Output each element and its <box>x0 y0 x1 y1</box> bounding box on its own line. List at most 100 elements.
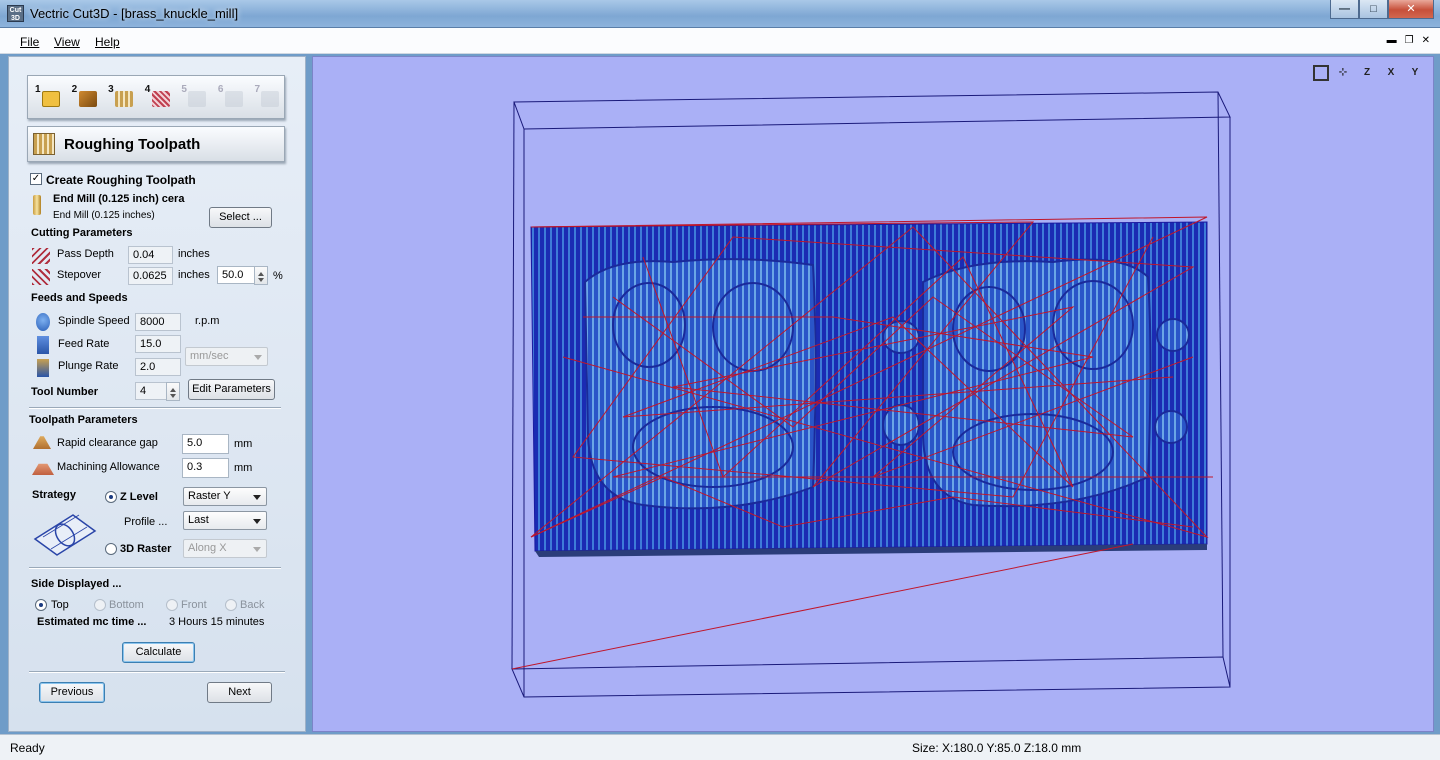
toolpath-parameters-heading: Toolpath Parameters <box>29 414 138 426</box>
stepover-label: Stepover <box>57 269 102 281</box>
cutting-parameters-heading: Cutting Parameters <box>31 227 133 239</box>
pass-depth-label: Pass Depth <box>57 248 114 260</box>
side-front-radio[interactable] <box>166 599 178 611</box>
3d-viewport[interactable]: ⊹ Z X Y <box>312 56 1434 732</box>
step-7-button[interactable]: 7 <box>253 82 284 112</box>
step-3-roughing-button[interactable]: 3 <box>107 82 138 112</box>
tool-number-input[interactable]: 4 <box>135 382 167 400</box>
mdi-close-icon[interactable]: ✕ <box>1422 35 1430 46</box>
tool-number-label: Tool Number <box>31 386 99 398</box>
rapid-clearance-label: Rapid clearance gap <box>57 437 158 449</box>
end-mill-icon <box>33 195 41 215</box>
zlevel-select[interactable]: Raster Y <box>183 487 267 506</box>
stepover-icon <box>32 269 50 285</box>
spindle-speed-icon <box>36 313 50 331</box>
rate-unit-select[interactable]: mm/sec <box>185 347 268 366</box>
tool-name-bold: End Mill (0.125 inch) cera <box>53 193 185 205</box>
menu-help[interactable]: Help <box>95 35 120 49</box>
select-tool-button[interactable]: Select ... <box>209 207 272 228</box>
save-toolpath-icon <box>261 91 280 107</box>
step-1-open-button[interactable]: 1 <box>34 82 65 112</box>
close-button[interactable]: ✕ <box>1388 0 1434 19</box>
zlevel-label: Z Level <box>120 491 158 503</box>
step-5-button[interactable]: 5 <box>180 82 211 112</box>
maximize-button[interactable]: □ <box>1359 0 1388 19</box>
tool-number-spinner[interactable] <box>166 382 180 401</box>
edit-parameters-button[interactable]: Edit Parameters <box>188 379 275 400</box>
plunge-rate-label: Plunge Rate <box>58 360 119 372</box>
strategy-heading: Strategy <box>32 489 77 501</box>
feed-rate-input[interactable]: 15.0 <box>135 335 181 353</box>
panel-title: Roughing Toolpath <box>64 136 201 153</box>
create-toolpath-label: Create Roughing Toolpath <box>46 173 196 187</box>
stepover-percent-input[interactable]: 50.0 <box>217 266 255 284</box>
zlevel-radio[interactable] <box>105 491 117 503</box>
pass-depth-icon <box>32 248 50 264</box>
cutout-icon <box>188 91 207 107</box>
status-text: Ready <box>10 741 45 755</box>
side-front-label: Front <box>181 599 207 611</box>
create-toolpath-checkbox[interactable]: ✓ <box>30 173 42 185</box>
minimize-button[interactable]: — <box>1330 0 1359 19</box>
step-2-orientation-button[interactable]: 2 <box>71 82 102 112</box>
mdi-restore-icon[interactable]: ❐ <box>1405 35 1414 46</box>
feed-rate-label: Feed Rate <box>58 338 110 350</box>
right-knuckle-shape <box>922 258 1152 508</box>
rapid-clearance-icon <box>33 436 51 449</box>
rapid-clearance-unit: mm <box>234 438 253 450</box>
title-bar: Cut 3D Vectric Cut3D - [brass_knuckle_mi… <box>0 0 1440 28</box>
orientation-icon <box>78 91 97 107</box>
right-hole-bottom <box>1154 410 1188 444</box>
app-icon: Cut 3D <box>7 5 24 22</box>
machining-allowance-label: Machining Allowance <box>57 461 160 473</box>
machining-allowance-unit: mm <box>234 462 253 474</box>
stepover-unit: inches <box>178 269 210 281</box>
spindle-speed-input[interactable]: 8000 <box>135 313 181 331</box>
feeds-speeds-heading: Feeds and Speeds <box>31 292 128 304</box>
side-top-label: Top <box>51 599 69 611</box>
previous-button[interactable]: Previous <box>39 682 105 703</box>
feed-rate-icon <box>37 336 49 354</box>
preview-icon <box>224 91 243 107</box>
pass-depth-input[interactable]: 0.04 <box>128 246 173 264</box>
side-displayed-heading: Side Displayed ... <box>31 578 122 590</box>
machining-allowance-input[interactable]: 0.3 <box>182 458 229 478</box>
separator <box>29 407 281 409</box>
calculate-button[interactable]: Calculate <box>122 642 195 663</box>
raster-radio[interactable] <box>105 543 117 555</box>
side-back-radio[interactable] <box>225 599 237 611</box>
menu-view[interactable]: View <box>54 35 80 49</box>
profile-select[interactable]: Last <box>183 511 267 530</box>
separator <box>29 671 285 673</box>
side-back-label: Back <box>240 599 265 611</box>
stepover-input[interactable]: 0.0625 <box>128 267 173 285</box>
machining-allowance-icon <box>32 463 54 475</box>
spindle-speed-label: Spindle Speed <box>58 315 130 327</box>
step-4-finishing-button[interactable]: 4 <box>144 82 175 112</box>
estimated-time-value: 3 Hours 15 minutes <box>169 616 265 628</box>
plunge-rate-input[interactable]: 2.0 <box>135 358 181 376</box>
side-bottom-label: Bottom <box>109 599 144 611</box>
toolpath-3d-render <box>511 91 1231 698</box>
panel-header: Roughing Toolpath <box>27 126 285 162</box>
side-top-radio[interactable] <box>35 599 47 611</box>
menu-file[interactable]: File <box>20 35 39 49</box>
separator <box>29 567 281 569</box>
step-6-button[interactable]: 6 <box>217 82 248 112</box>
plunge-rate-icon <box>37 359 49 377</box>
profile-label: Profile ... <box>124 516 168 528</box>
raster-label: 3D Raster <box>120 543 172 555</box>
rapid-clearance-input[interactable]: 5.0 <box>182 434 229 454</box>
middle-hole-bottom <box>882 404 920 446</box>
mdi-minimize-icon[interactable]: ▬ <box>1387 35 1397 46</box>
raster-select[interactable]: Along X <box>183 539 267 558</box>
stepover-percent-spinner[interactable] <box>254 266 268 285</box>
size-readout: Size: X:180.0 Y:85.0 Z:18.0 mm <box>912 741 1082 755</box>
strategy-preview-icon <box>33 514 97 556</box>
menu-bar: File View Help ▬ ❐ ✕ <box>0 28 1440 54</box>
percent-sign: % <box>273 270 283 282</box>
side-bottom-radio[interactable] <box>94 599 106 611</box>
next-button[interactable]: Next <box>207 682 272 703</box>
right-hole-top <box>1156 318 1190 352</box>
folder-icon <box>42 91 60 107</box>
